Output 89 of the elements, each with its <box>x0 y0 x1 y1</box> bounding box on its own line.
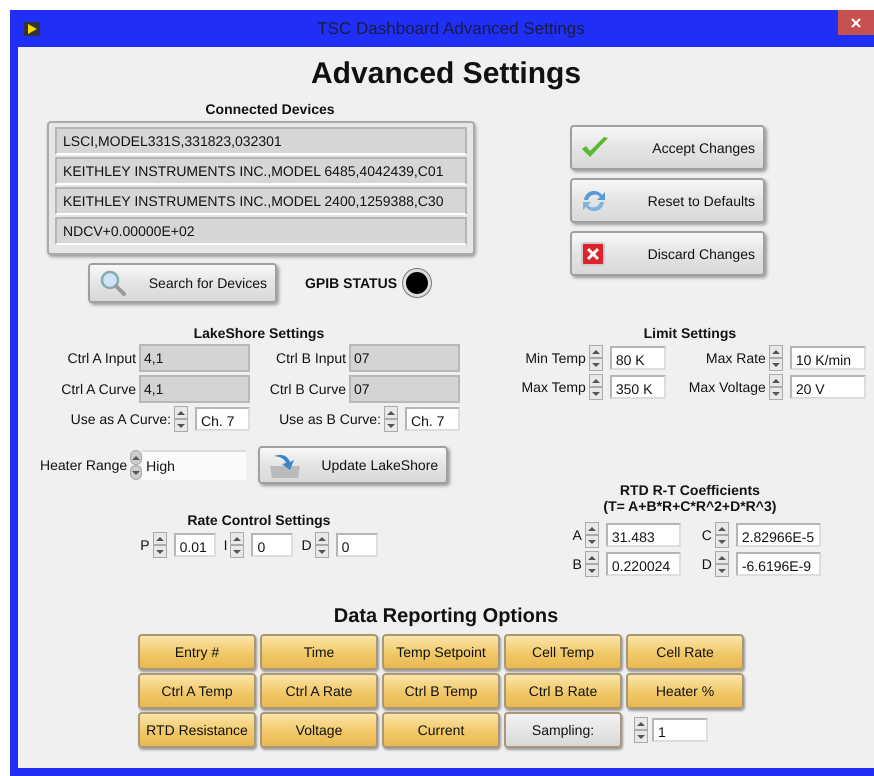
spinner-arrows[interactable] <box>634 717 648 743</box>
option-toggle[interactable]: Ctrl B Rate <box>504 673 622 709</box>
window-title: TSC Dashboard Advanced Settings <box>316 18 586 38</box>
device-entry: LSCI,MODEL331S,331823,032301 <box>55 127 467 155</box>
option-toggle[interactable]: Ctrl B Temp <box>382 673 500 709</box>
option-toggle[interactable]: Heater % <box>626 673 744 709</box>
option-toggle[interactable]: Ctrl A Temp <box>138 673 256 709</box>
option-toggle[interactable]: RTD Resistance <box>138 712 256 748</box>
option-toggle[interactable]: Entry # <box>138 634 256 670</box>
section-title: RTD R-T Coefficients <box>618 482 761 498</box>
field-label: Heater Range <box>40 457 128 473</box>
spinner-arrows[interactable] <box>152 532 167 558</box>
action-button[interactable]: Reset to Defaults <box>570 178 765 223</box>
field-label: Ctrl B Input <box>276 350 346 366</box>
indicator-field: 07 <box>349 375 460 403</box>
field-label: Max Rate <box>706 350 766 366</box>
input-field[interactable]: 0 <box>336 533 378 557</box>
spinner-arrows[interactable] <box>384 406 398 432</box>
spinner-arrows[interactable] <box>230 532 244 558</box>
input-field[interactable]: 20 V <box>790 375 866 399</box>
field-label: B <box>572 556 582 572</box>
section-title: Limit Settings <box>642 325 738 341</box>
spinner-arrows[interactable] <box>314 532 329 558</box>
option-toggle[interactable]: Ctrl A Rate <box>260 673 378 709</box>
input-field[interactable]: Ch. 7 <box>405 407 460 431</box>
ring-field[interactable]: High <box>142 450 246 480</box>
action-button[interactable]: Accept Changes <box>570 125 765 170</box>
formula-text: (T= A+B*R+C*R^2+D*R^3) <box>602 498 778 514</box>
field-label: Max Temp <box>522 379 586 395</box>
update-button[interactable]: Update LakeShore <box>258 446 448 484</box>
field-label: A <box>572 527 582 543</box>
input-field[interactable]: 31.483 <box>606 523 681 547</box>
option-toggle[interactable]: Cell Rate <box>626 634 744 670</box>
input-field[interactable]: 350 K <box>610 375 666 399</box>
field-label: Max Voltage <box>688 379 766 395</box>
input-field[interactable]: 0.220024 <box>606 552 681 576</box>
indicator-field: 4,1 <box>139 344 250 372</box>
search-button[interactable]: Search for Devices <box>88 263 277 303</box>
section-title: Rate Control Settings <box>186 512 332 528</box>
option-toggle[interactable]: Voltage <box>260 712 378 748</box>
field-label: Use as A Curve: <box>70 411 171 427</box>
input-field[interactable]: Ch. 7 <box>195 407 250 431</box>
spinner-arrows[interactable] <box>174 406 188 432</box>
status-label: GPIB STATUS <box>305 275 398 291</box>
device-entry: KEITHLEY INSTRUMENTS INC.,MODEL 6485,4042439,C01 <box>55 157 467 185</box>
field-label: D <box>301 537 312 553</box>
option-toggle[interactable]: Sampling: <box>504 712 622 748</box>
close-button[interactable] <box>838 10 874 35</box>
spinner-arrows[interactable] <box>768 345 783 371</box>
field-label: Use as B Curve: <box>279 411 381 427</box>
spinner-arrows[interactable] <box>588 345 603 371</box>
input-field[interactable]: 2.82966E-5 <box>736 523 821 547</box>
input-field[interactable]: 80 K <box>610 346 666 370</box>
close-icon <box>580 240 606 266</box>
field-label: Min Temp <box>525 350 586 366</box>
field-label: D <box>702 556 712 572</box>
option-toggle[interactable]: Temp Setpoint <box>382 634 500 670</box>
spinner-arrows[interactable] <box>584 551 599 577</box>
field-label: C <box>702 527 712 543</box>
spinner-arrows[interactable] <box>714 522 729 548</box>
spinner-arrows[interactable] <box>714 551 729 577</box>
search-icon <box>98 268 128 298</box>
field-label: P <box>140 537 150 553</box>
option-toggle[interactable]: Cell Temp <box>504 634 622 670</box>
action-button[interactable]: Discard Changes <box>570 231 765 276</box>
option-toggle[interactable]: Time <box>260 634 378 670</box>
field-label: I <box>224 537 228 553</box>
input-field[interactable]: 0 <box>251 533 294 557</box>
input-field[interactable]: 10 K/min <box>790 346 866 370</box>
indicator-field: 4,1 <box>139 375 250 403</box>
input-field[interactable]: 1 <box>652 718 708 742</box>
indicator-field: 07 <box>349 344 460 372</box>
section-title: Connected Devices <box>204 101 336 117</box>
section-title: LakeShore Settings <box>192 325 326 341</box>
device-entry: NDCV+0.00000E+02 <box>55 217 467 245</box>
field-label: Ctrl A Curve <box>61 381 136 397</box>
spinner-arrows[interactable] <box>584 522 599 548</box>
section-title: Data Reporting Options <box>332 605 560 628</box>
input-field[interactable]: 0.01 <box>174 533 216 557</box>
field-label: Ctrl B Curve <box>270 381 346 397</box>
device-entry: KEITHLEY INSTRUMENTS INC.,MODEL 2400,1259388,C30 <box>55 187 467 215</box>
option-toggle[interactable]: Current <box>382 712 500 748</box>
spinner-arrows[interactable] <box>768 374 783 400</box>
input-field[interactable]: -6.6196E-9 <box>736 552 821 576</box>
page-heading: Advanced Settings <box>310 57 582 92</box>
app-icon <box>24 22 40 36</box>
spinner-arrows[interactable] <box>588 374 603 400</box>
close-icon <box>850 16 862 28</box>
field-label: Ctrl A Input <box>68 350 136 366</box>
